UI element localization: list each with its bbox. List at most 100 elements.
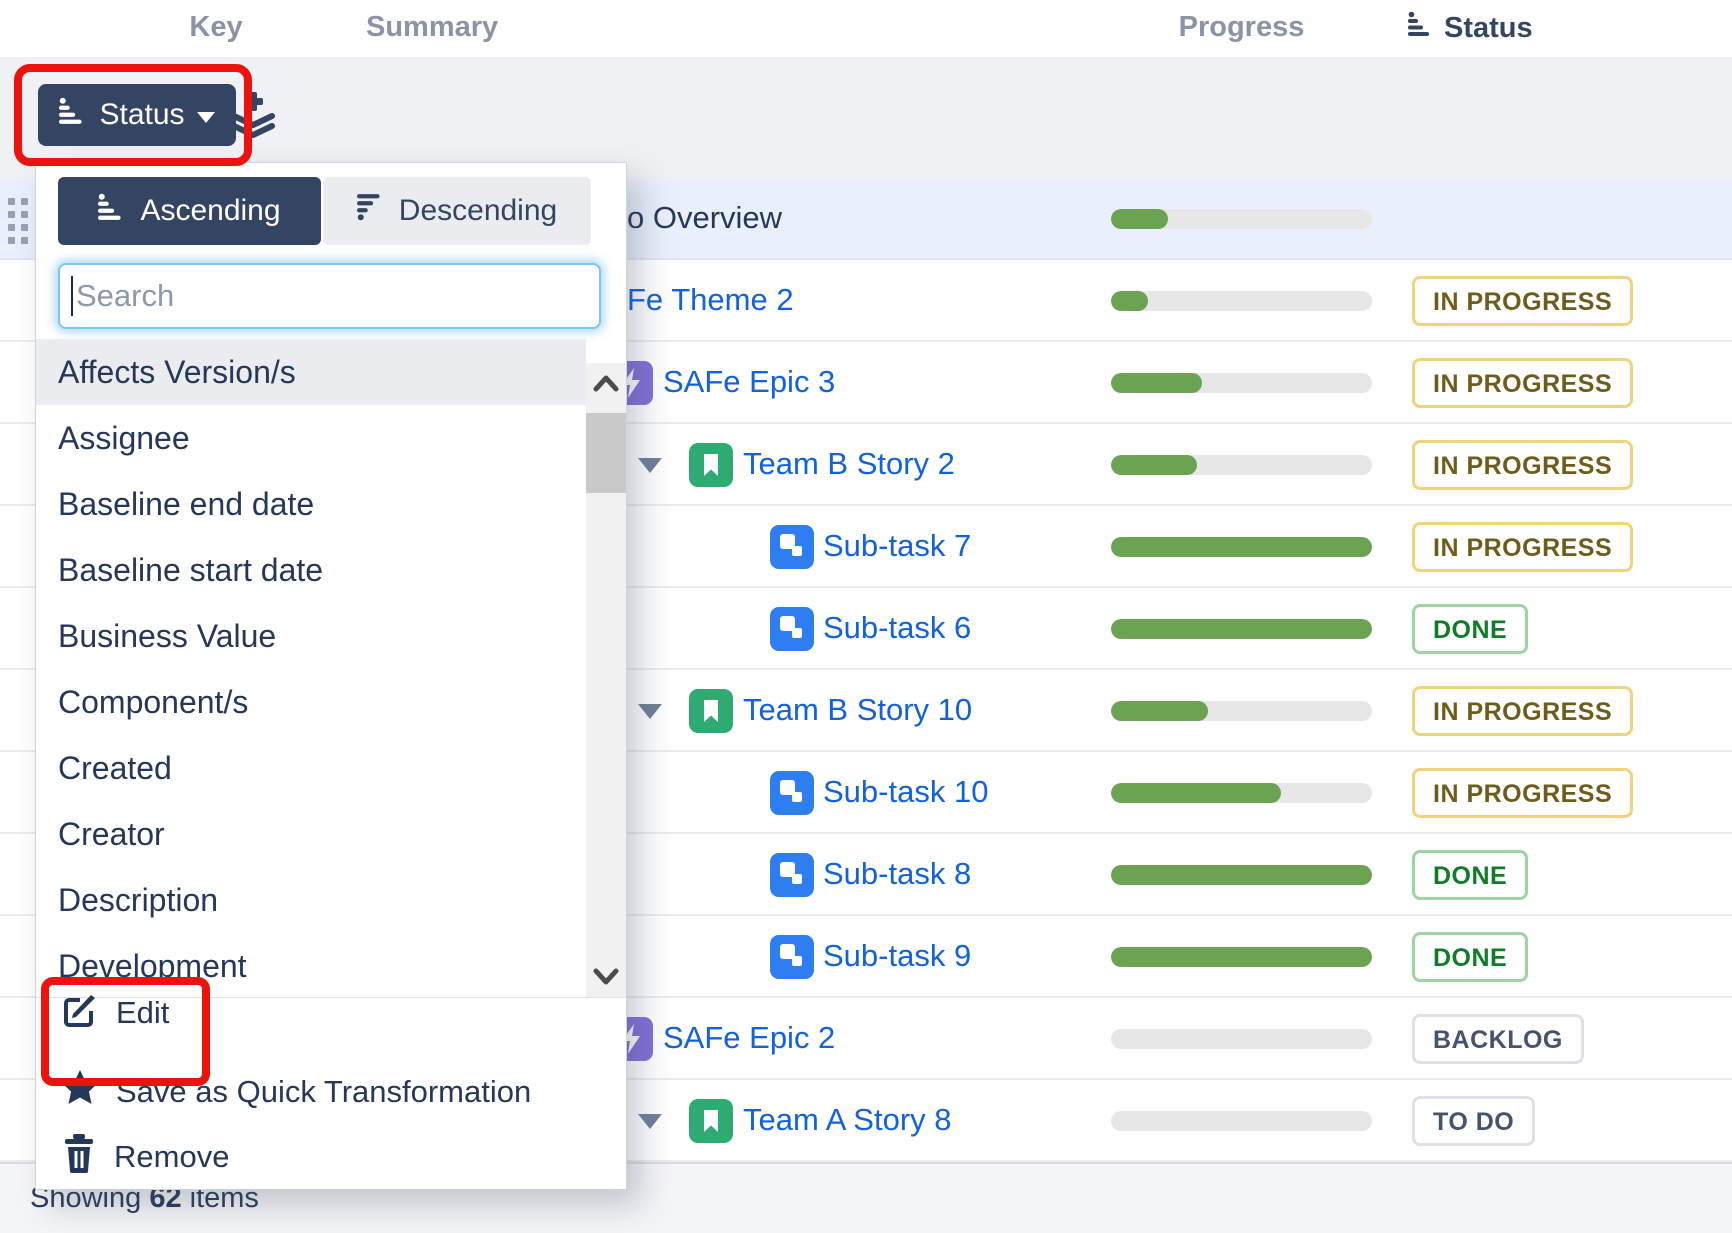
progress-bar <box>1111 537 1372 557</box>
table-column-header: Key Summary Progress Status <box>0 0 1732 59</box>
issue-summary-link[interactable]: Team B Story 2 <box>743 446 955 482</box>
progress-bar-fill <box>1111 701 1208 721</box>
expand-collapse-icon[interactable] <box>638 1114 662 1129</box>
field-list: Affects Version/sAssigneeBaseline end da… <box>36 331 626 997</box>
progress-bar <box>1111 619 1372 639</box>
progress-bar <box>1111 1029 1372 1049</box>
status-badge: BACKLOG <box>1412 1014 1584 1064</box>
progress-bar <box>1111 701 1372 721</box>
progress-bar-fill <box>1111 373 1202 393</box>
field-option[interactable]: Affects Version/s <box>36 339 586 405</box>
field-list-scrollbar[interactable] <box>586 363 626 997</box>
field-option[interactable]: Development <box>36 933 586 997</box>
column-header-summary[interactable]: Summary <box>366 11 498 44</box>
edit-icon <box>60 989 100 1037</box>
remove-label: Remove <box>114 1139 229 1175</box>
story-icon <box>689 1099 733 1143</box>
status-badge: DONE <box>1412 932 1528 982</box>
column-header-status-label: Status <box>1444 12 1533 45</box>
progress-bar-fill <box>1111 291 1148 311</box>
edit-action[interactable]: Edit <box>60 989 169 1037</box>
scroll-down-icon[interactable] <box>586 957 626 997</box>
field-option[interactable]: Description <box>36 867 586 933</box>
progress-bar-fill <box>1111 947 1372 967</box>
expand-collapse-icon[interactable] <box>638 458 662 473</box>
issue-summary-link[interactable]: Team B Story 10 <box>743 692 972 728</box>
status-badge: DONE <box>1412 604 1528 654</box>
status-badge: IN PROGRESS <box>1412 440 1633 490</box>
progress-bar-fill <box>1111 209 1168 229</box>
sort-transformation-button[interactable]: Status <box>38 84 236 146</box>
subtask-icon <box>770 771 814 815</box>
story-icon <box>689 689 733 733</box>
progress-bar <box>1111 947 1372 967</box>
drag-handle-icon[interactable] <box>8 198 34 244</box>
sort-button-label: Status <box>99 98 184 132</box>
transformations-toolbar: Status <box>0 57 1732 178</box>
sort-ascending-icon <box>1408 11 1434 45</box>
progress-bar <box>1111 209 1372 229</box>
field-option[interactable]: Baseline end date <box>36 471 586 537</box>
descending-label: Descending <box>399 194 557 228</box>
issue-summary-link[interactable]: Sub-task 7 <box>823 528 971 564</box>
sort-options-popover: Ascending Descending Affects Version/sAs… <box>35 162 627 1190</box>
progress-bar <box>1111 291 1372 311</box>
field-option[interactable]: Business Value <box>36 603 586 669</box>
field-option[interactable]: Component/s <box>36 669 586 735</box>
status-badge: TO DO <box>1412 1096 1535 1146</box>
progress-bar <box>1111 455 1372 475</box>
progress-bar-fill <box>1111 783 1281 803</box>
progress-bar-fill <box>1111 865 1372 885</box>
field-search <box>58 263 601 329</box>
issue-summary-link[interactable]: Sub-task 10 <box>823 774 988 810</box>
issue-summary-link: o Overview <box>627 200 782 236</box>
issue-summary-link[interactable]: Sub-task 8 <box>823 856 971 892</box>
text-cursor <box>71 276 73 316</box>
status-badge: IN PROGRESS <box>1412 276 1633 326</box>
column-header-status[interactable]: Status <box>1408 11 1533 45</box>
ascending-button[interactable]: Ascending <box>58 177 321 245</box>
sort-ascending-icon <box>59 97 87 133</box>
status-badge: IN PROGRESS <box>1412 686 1633 736</box>
search-input[interactable] <box>58 263 601 329</box>
progress-bar <box>1111 783 1372 803</box>
descending-button[interactable]: Descending <box>323 177 591 245</box>
issue-summary-link[interactable]: Sub-task 9 <box>823 938 971 974</box>
field-option[interactable]: Assignee <box>36 405 586 471</box>
column-header-progress[interactable]: Progress <box>1111 11 1372 44</box>
issue-summary-link[interactable]: Team A Story 8 <box>743 1102 952 1138</box>
caret-down-icon <box>197 98 215 132</box>
subtask-icon <box>770 935 814 979</box>
remove-action[interactable]: Remove <box>60 1133 229 1181</box>
expand-collapse-icon[interactable] <box>638 704 662 719</box>
sort-ascending-icon <box>98 193 126 229</box>
status-badge: IN PROGRESS <box>1412 358 1633 408</box>
field-option[interactable]: Baseline start date <box>36 537 586 603</box>
progress-bar <box>1111 1111 1372 1131</box>
progress-bar <box>1111 865 1372 885</box>
issue-summary-link[interactable]: SAFe Epic 3 <box>663 364 835 400</box>
ascending-label: Ascending <box>140 194 280 228</box>
progress-bar-fill <box>1111 455 1197 475</box>
save-as-quick-transformation-action[interactable]: Save as Quick Transformation <box>60 1068 531 1116</box>
issue-summary-link[interactable]: Fe Theme 2 <box>627 282 794 318</box>
trash-icon <box>60 1133 98 1181</box>
status-badge: IN PROGRESS <box>1412 522 1633 572</box>
star-icon <box>60 1068 100 1116</box>
column-header-key[interactable]: Key <box>170 11 262 44</box>
scroll-up-icon[interactable] <box>586 363 626 403</box>
progress-bar <box>1111 373 1372 393</box>
story-icon <box>689 443 733 487</box>
issue-summary-link[interactable]: Sub-task 6 <box>823 610 971 646</box>
status-badge: IN PROGRESS <box>1412 768 1633 818</box>
subtask-icon <box>770 853 814 897</box>
field-option[interactable]: Created <box>36 735 586 801</box>
edit-label: Edit <box>116 995 169 1031</box>
issue-summary-link[interactable]: SAFe Epic 2 <box>663 1020 835 1056</box>
save-as-quick-transformation-label: Save as Quick Transformation <box>116 1074 531 1110</box>
subtask-icon <box>770 525 814 569</box>
sort-descending-icon <box>357 193 385 229</box>
add-transformation-icon[interactable] <box>228 90 278 140</box>
scrollbar-thumb[interactable] <box>586 413 626 493</box>
field-option[interactable]: Creator <box>36 801 586 867</box>
